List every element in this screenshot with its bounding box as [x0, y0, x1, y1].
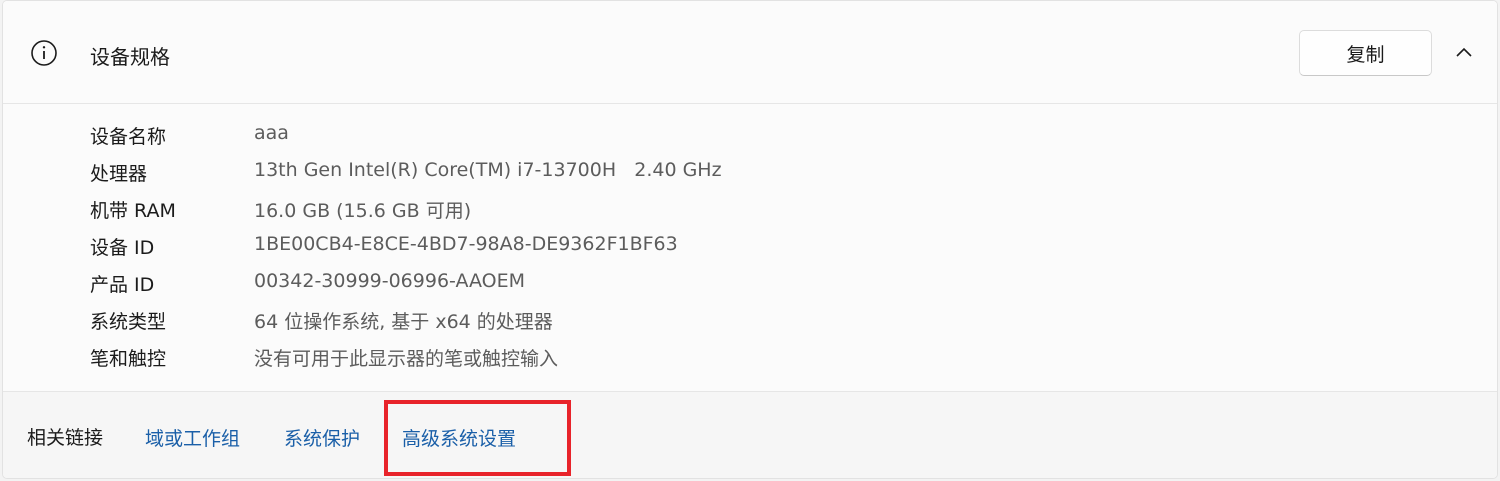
spec-row-pen-touch: 笔和触控 没有可用于此显示器的笔或触控输入 [3, 339, 1497, 376]
chevron-up-icon[interactable] [1453, 41, 1475, 63]
related-links-label: 相关链接 [27, 427, 104, 449]
spec-label: 设备名称 [90, 126, 167, 148]
device-specs-card: 设备规格 复制 设备名称 aaa 处理器 13th Gen Intel(R) C… [2, 0, 1498, 479]
highlight-box [384, 400, 571, 476]
copy-button[interactable]: 复制 [1299, 30, 1432, 76]
spec-label: 机带 RAM [90, 200, 176, 222]
spec-label: 产品 ID [90, 274, 155, 296]
spec-value: 00342-30999-06996-AAOEM [254, 270, 526, 292]
info-icon [31, 40, 57, 66]
link-system-protection[interactable]: 系统保护 [284, 424, 360, 451]
spec-label: 处理器 [90, 163, 148, 185]
spec-row-ram: 机带 RAM 16.0 GB (15.6 GB 可用) [3, 191, 1497, 228]
spec-row-processor: 处理器 13th Gen Intel(R) Core(TM) i7-13700H… [3, 154, 1497, 191]
section-title: 设备规格 [90, 45, 170, 69]
spec-value: 1BE00CB4-E8CE-4BD7-98A8-DE9362F1BF63 [254, 233, 678, 255]
spec-label: 笔和触控 [90, 348, 167, 370]
card-header[interactable]: 设备规格 复制 [3, 1, 1497, 104]
spec-row-product-id: 产品 ID 00342-30999-06996-AAOEM [3, 265, 1497, 302]
spec-row-device-id: 设备 ID 1BE00CB4-E8CE-4BD7-98A8-DE9362F1BF… [3, 228, 1497, 265]
spec-row-system-type: 系统类型 64 位操作系统, 基于 x64 的处理器 [3, 302, 1497, 339]
spec-value: 13th Gen Intel(R) Core(TM) i7-13700H 2.4… [254, 159, 722, 181]
spec-row-device-name: 设备名称 aaa [3, 117, 1497, 154]
spec-value: 没有可用于此显示器的笔或触控输入 [254, 348, 559, 370]
link-domain-workgroup[interactable]: 域或工作组 [145, 424, 240, 451]
spec-value: aaa [254, 122, 289, 144]
spec-list: 设备名称 aaa 处理器 13th Gen Intel(R) Core(TM) … [3, 105, 1497, 391]
spec-value: 16.0 GB (15.6 GB 可用) [254, 200, 472, 222]
spec-label: 系统类型 [90, 311, 167, 333]
spec-value: 64 位操作系统, 基于 x64 的处理器 [254, 311, 553, 333]
spec-label: 设备 ID [90, 237, 155, 259]
related-links-bar: 相关链接 域或工作组 系统保护 高级系统设置 [3, 391, 1497, 478]
